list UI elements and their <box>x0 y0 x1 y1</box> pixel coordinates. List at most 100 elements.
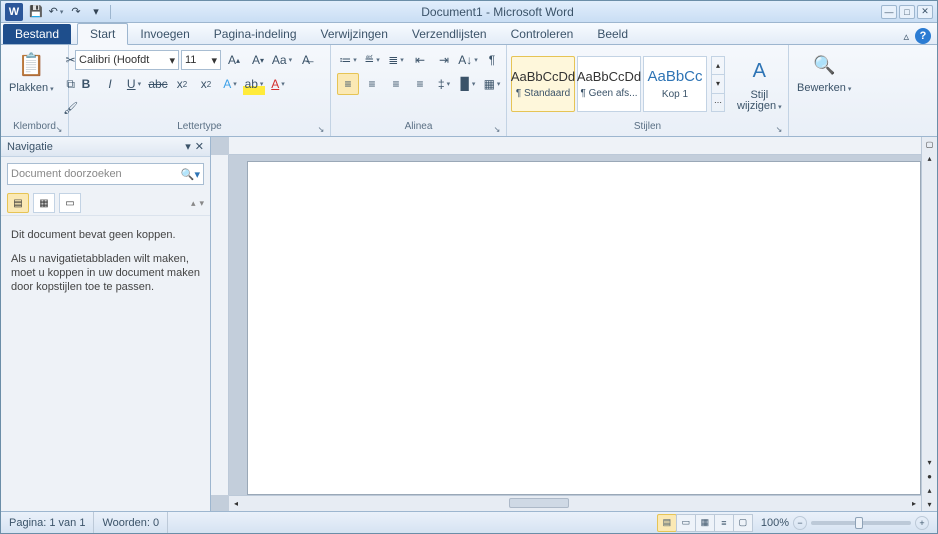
ribbon-minimize-icon[interactable]: ▵ <box>903 30 909 43</box>
search-input[interactable]: Document doorzoeken 🔍▾ <box>7 163 204 185</box>
tab-bestand[interactable]: Bestand <box>3 24 71 44</box>
font-family-value: Calibri (Hoofdt <box>79 54 149 66</box>
view-outline[interactable]: ≡ <box>714 514 734 532</box>
tab-verzendlijsten[interactable]: Verzendlijsten <box>400 24 499 44</box>
undo-button[interactable]: ↶ <box>47 3 65 21</box>
gallery-scroll[interactable]: ▴▾⋯ <box>711 56 725 112</box>
shading-button[interactable]: ▉ <box>457 73 479 95</box>
nav-pane-menu-icon[interactable]: ▾ <box>185 140 191 153</box>
tab-controleren[interactable]: Controleren <box>499 24 586 44</box>
style-name: Kop 1 <box>662 89 688 100</box>
nav-tab-results[interactable]: ▭ <box>59 193 81 213</box>
numbering-button[interactable]: ≝ <box>361 49 383 71</box>
nav-pane-close-icon[interactable]: ✕ <box>195 140 204 153</box>
view-draft[interactable]: ▢ <box>733 514 753 532</box>
horizontal-scrollbar[interactable]: ◂▸ <box>229 495 921 511</box>
styles-gallery: AaBbCcDd ¶ Standaard AaBbCcDd ¶ Geen afs… <box>511 56 725 112</box>
nav-tab-headings[interactable]: ▤ <box>7 193 29 213</box>
paste-label: Plakken <box>9 83 54 95</box>
vertical-scrollbar[interactable]: ▢ ▴▾ ●▴▾ <box>921 137 937 511</box>
italic-button[interactable]: I <box>99 73 121 95</box>
tab-pagina-indeling[interactable]: Pagina-indeling <box>202 24 309 44</box>
style-preview: AaBbCc <box>647 68 702 85</box>
zoom-level[interactable]: 100% <box>761 517 789 529</box>
change-styles-button[interactable]: A Stijl wijzigen <box>733 54 786 115</box>
align-center-button[interactable]: ≡ <box>361 73 383 95</box>
nav-tab-pages[interactable]: ▦ <box>33 193 55 213</box>
search-icon: 🔍▾ <box>181 168 200 181</box>
sort-button[interactable]: A↓ <box>457 49 479 71</box>
dialog-launcher-icon[interactable]: ↘ <box>774 125 784 135</box>
redo-button[interactable]: ↷ <box>67 3 85 21</box>
document-page[interactable] <box>247 161 921 495</box>
shrink-font-button[interactable]: A▾ <box>247 49 269 71</box>
multilevel-list-button[interactable]: ≣ <box>385 49 407 71</box>
status-page[interactable]: Pagina: 1 van 1 <box>1 512 94 533</box>
style-geen-afstand[interactable]: AaBbCcDd ¶ Geen afs... <box>577 56 641 112</box>
borders-button[interactable]: ▦ <box>481 73 503 95</box>
title-bar: W 💾 ↶ ↷ ▾ Document1 - Microsoft Word ― □… <box>1 1 937 23</box>
ribbon-tabs: Bestand Start Invoegen Pagina-indeling V… <box>1 23 937 45</box>
paste-button[interactable]: 📋 Plakken <box>5 47 58 97</box>
zoom-in-button[interactable]: + <box>915 516 929 530</box>
style-name: ¶ Standaard <box>516 88 570 99</box>
zoom-out-button[interactable]: − <box>793 516 807 530</box>
style-standaard[interactable]: AaBbCcDd ¶ Standaard <box>511 56 575 112</box>
superscript-button[interactable]: x2 <box>195 73 217 95</box>
status-words[interactable]: Woorden: 0 <box>94 512 168 533</box>
group-stijlen-label: Stijlen <box>634 121 661 132</box>
dialog-launcher-icon[interactable]: ↘ <box>316 125 326 135</box>
text-effects-button[interactable]: A <box>219 73 241 95</box>
style-kop1[interactable]: AaBbCc Kop 1 <box>643 56 707 112</box>
save-icon[interactable]: 💾 <box>27 3 45 21</box>
clipboard-icon: 📋 <box>15 49 47 81</box>
tab-verwijzingen[interactable]: Verwijzingen <box>309 24 400 44</box>
view-web-layout[interactable]: ▦ <box>695 514 715 532</box>
view-print-layout[interactable]: ▤ <box>657 514 677 532</box>
show-marks-button[interactable]: ¶ <box>481 49 503 71</box>
nav-prev-icon[interactable]: ▴ <box>191 198 196 209</box>
ruler-toggle-icon[interactable]: ▢ <box>922 137 937 151</box>
align-right-button[interactable]: ≡ <box>385 73 407 95</box>
bullets-button[interactable]: ≔ <box>337 49 359 71</box>
nav-next-icon[interactable]: ▾ <box>199 198 204 209</box>
help-icon[interactable]: ? <box>915 28 931 44</box>
zoom-slider[interactable] <box>811 521 911 525</box>
group-klembord-label: Klembord <box>13 121 56 132</box>
font-family-combo[interactable]: Calibri (Hoofdt ▾ <box>75 50 179 70</box>
qat-customize-icon[interactable]: ▾ <box>87 3 105 21</box>
change-case-button[interactable]: Aa <box>271 49 293 71</box>
maximize-button[interactable]: □ <box>899 5 915 19</box>
bold-button[interactable]: B <box>75 73 97 95</box>
line-spacing-button[interactable]: ‡ <box>433 73 455 95</box>
chevron-down-icon: ▾ <box>169 54 175 67</box>
clear-formatting-button[interactable]: A̶ <box>295 49 317 71</box>
grow-font-button[interactable]: A▴ <box>223 49 245 71</box>
subscript-button[interactable]: x2 <box>171 73 193 95</box>
underline-button[interactable]: U <box>123 73 145 95</box>
decrease-indent-button[interactable]: ⇤ <box>409 49 431 71</box>
separator <box>110 5 111 19</box>
font-size-combo[interactable]: 11▾ <box>181 50 221 70</box>
horizontal-ruler[interactable] <box>229 137 921 155</box>
highlight-button[interactable]: ab <box>243 73 265 95</box>
editing-button[interactable]: 🔍 Bewerken <box>793 47 855 97</box>
tab-beeld[interactable]: Beeld <box>585 24 640 44</box>
dialog-launcher-icon[interactable]: ↘ <box>492 125 502 135</box>
nav-empty-help-msg: Als u navigatietabbladen wilt maken, moe… <box>11 252 200 294</box>
quick-access-toolbar: 💾 ↶ ↷ ▾ <box>27 3 114 21</box>
dialog-launcher-icon[interactable]: ↘ <box>54 125 64 135</box>
group-lettertype-label: Lettertype <box>177 121 221 132</box>
vertical-ruler[interactable] <box>211 155 229 495</box>
minimize-button[interactable]: ― <box>881 5 897 19</box>
justify-button[interactable]: ≡ <box>409 73 431 95</box>
increase-indent-button[interactable]: ⇥ <box>433 49 455 71</box>
close-button[interactable]: ✕ <box>917 5 933 19</box>
view-full-screen[interactable]: ▭ <box>676 514 696 532</box>
strikethrough-button[interactable]: abc <box>147 73 169 95</box>
align-left-button[interactable]: ≡ <box>337 73 359 95</box>
tab-start[interactable]: Start <box>77 23 128 45</box>
font-color-button[interactable]: A <box>267 73 289 95</box>
tab-invoegen[interactable]: Invoegen <box>128 24 201 44</box>
window-title: Document1 - Microsoft Word <box>114 5 881 19</box>
